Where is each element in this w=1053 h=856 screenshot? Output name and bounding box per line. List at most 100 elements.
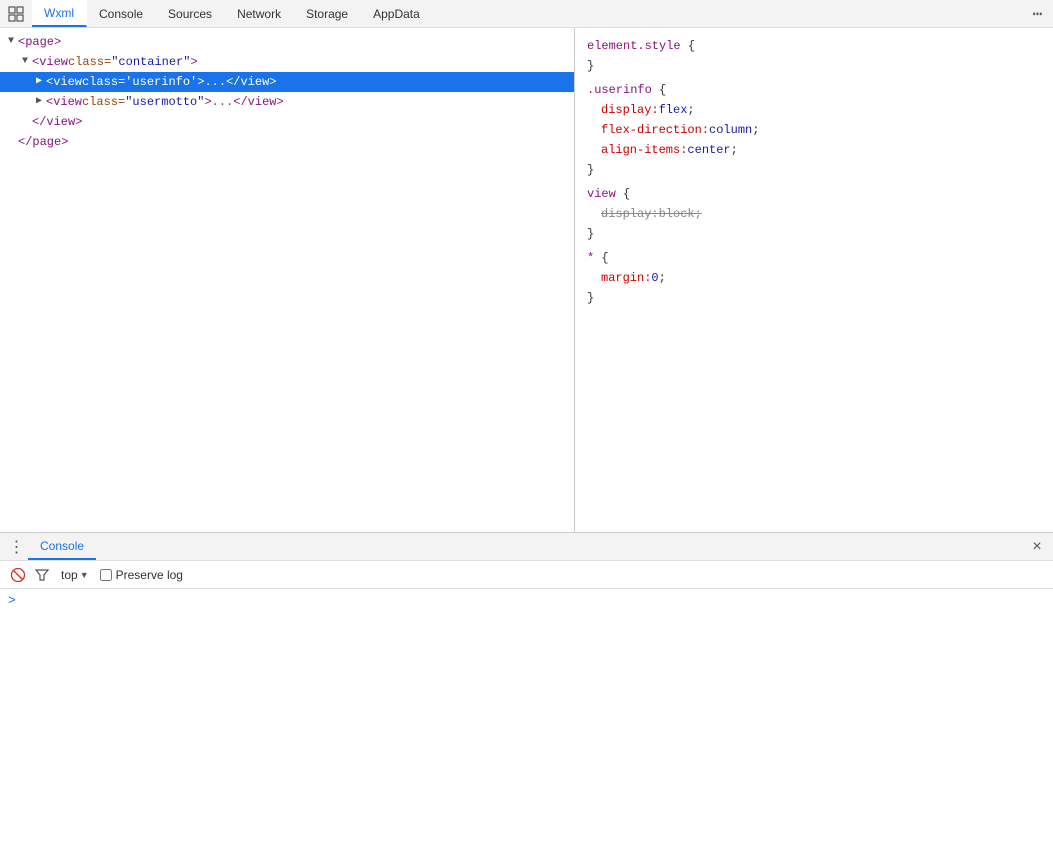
tag-close-view: view: [240, 73, 269, 91]
tree-row-page-open[interactable]: ▼ <page>: [0, 32, 574, 52]
css-brace-open-2: {: [659, 83, 666, 97]
tag-bracket: <: [18, 33, 25, 51]
tree-row-page-close[interactable]: </page>: [0, 132, 574, 152]
console-prompt-symbol: >: [8, 593, 16, 608]
console-close-button[interactable]: ×: [1025, 535, 1049, 559]
tag-close-view-name: view: [46, 113, 75, 131]
tag-name-view2: view: [53, 73, 82, 91]
tree-row-view-userinfo[interactable]: ▶ <view class='userinfo'>...</view>: [0, 72, 574, 92]
console-tab-bar-dots-icon[interactable]: ⋮: [4, 535, 28, 559]
wxml-tree-pane: ▼ <page> ▼ <view class="container"> ▶ <v…: [0, 28, 575, 532]
tab-console[interactable]: Console: [87, 0, 156, 27]
css-brace-close-line-4: }: [587, 288, 1041, 308]
arrow-page[interactable]: ▼: [4, 33, 18, 51]
css-brace-close-1: }: [587, 59, 594, 73]
toolbar-end: ⋯: [1025, 2, 1049, 26]
css-brace-close-4: }: [587, 291, 594, 305]
css-semicolon-1: ;: [687, 103, 694, 117]
console-filter-icon[interactable]: [34, 567, 50, 583]
attr-class2: class=: [82, 73, 125, 91]
console-tab-console[interactable]: Console: [28, 533, 96, 560]
css-semicolon-4: ;: [659, 271, 666, 285]
tag-name-view: view: [39, 53, 68, 71]
css-selector-element-style: element.style: [587, 39, 681, 53]
css-section-star: * { margin:0; }: [587, 248, 1041, 308]
console-context-select[interactable]: top ▼: [56, 567, 94, 583]
console-toolbar: top ▼ Preserve log: [0, 561, 1053, 589]
css-selector-view: view: [587, 187, 616, 201]
css-selector-userinfo: .userinfo: [587, 83, 652, 97]
toolbar-tabs: Wxml Console Sources Network Storage App…: [32, 0, 433, 27]
css-brace-open-4: {: [601, 251, 608, 265]
console-input-area: >: [0, 589, 1053, 856]
css-brace-close-3: }: [587, 227, 594, 241]
css-value-flex: flex: [659, 103, 688, 117]
tag-bracket-end3: >: [204, 93, 211, 111]
tag-bracket: <: [46, 93, 53, 111]
tab-sources[interactable]: Sources: [156, 0, 225, 27]
arrow-userinfo[interactable]: ▶: [32, 73, 46, 91]
tag-close-page: </: [18, 133, 32, 151]
console-section: ⋮ Console × top ▼ Preserve log >: [0, 533, 1053, 856]
attr-class: class=: [68, 53, 111, 71]
css-brace-close-2: }: [587, 163, 594, 177]
more-options-icon[interactable]: ⋯: [1025, 2, 1049, 26]
arrow-container[interactable]: ▼: [18, 53, 32, 71]
css-selector-line-star: * {: [587, 248, 1041, 268]
css-prop-name-display: display:: [601, 103, 659, 117]
main-split-pane: ▼ <page> ▼ <view class="container"> ▶ <v…: [0, 28, 1053, 533]
tab-network[interactable]: Network: [225, 0, 294, 27]
tree-row-view-usermotto[interactable]: ▶ <view class="usermotto">...</view>: [0, 92, 574, 112]
tab-appdata[interactable]: AppData: [361, 0, 433, 27]
tab-storage[interactable]: Storage: [294, 0, 361, 27]
devtools-logo-icon[interactable]: [4, 2, 28, 26]
tag-close-page-name: page: [32, 133, 61, 151]
css-prop-name-flex-dir: flex-direction:: [601, 123, 709, 137]
preserve-log-label[interactable]: Preserve log: [100, 568, 183, 582]
preserve-log-text: Preserve log: [116, 568, 183, 582]
css-prop-display: display:flex;: [587, 100, 1041, 120]
css-prop-display-block-text: display:block;: [601, 207, 702, 221]
tag-close-page-end: >: [61, 133, 68, 151]
css-section-element-style: element.style { }: [587, 36, 1041, 76]
attr-val-userinfo: 'userinfo': [125, 73, 197, 91]
css-prop-display-block: display:block;: [587, 204, 1041, 224]
css-value-zero: 0: [651, 271, 658, 285]
css-prop-margin: margin:0;: [587, 268, 1041, 288]
tree-row-view-container[interactable]: ▼ <view class="container">: [0, 52, 574, 72]
tag-close-view-main: </: [32, 113, 46, 131]
devtools-toolbar: Wxml Console Sources Network Storage App…: [0, 0, 1053, 28]
tag-name-page: page: [25, 33, 54, 51]
console-dropdown-arrow: ▼: [80, 570, 89, 580]
tag-close-open: </: [226, 73, 240, 91]
arrow-usermotto[interactable]: ▶: [32, 93, 46, 111]
css-semicolon-3: ;: [731, 143, 738, 157]
css-brace-open: {: [688, 39, 695, 53]
css-brace-close-line: }: [587, 56, 1041, 76]
css-section-userinfo: .userinfo { display:flex; flex-direction…: [587, 80, 1041, 180]
console-prompt: >: [8, 593, 1045, 608]
css-prop-flex-direction: flex-direction:column;: [587, 120, 1041, 140]
css-selector-line-view: view {: [587, 184, 1041, 204]
attr-val-container: "container": [111, 53, 190, 71]
console-clear-button[interactable]: [8, 565, 28, 585]
tag-close-view3: view: [248, 93, 277, 111]
ellipsis-userinfo: ...: [204, 73, 226, 91]
css-value-center: center: [687, 143, 730, 157]
css-selector-line-userinfo: .userinfo {: [587, 80, 1041, 100]
tag-bracket: <: [32, 53, 39, 71]
tree-row-view-close[interactable]: </view>: [0, 112, 574, 132]
preserve-log-checkbox[interactable]: [100, 569, 112, 581]
tag-bracket-close: >: [54, 33, 61, 51]
css-prop-align-items: align-items:center;: [587, 140, 1041, 160]
tag-close-open3: </: [233, 93, 247, 111]
tag-bracket-end: >: [190, 53, 197, 71]
tag-close-end: >: [269, 73, 276, 91]
css-section-view: view { display:block; }: [587, 184, 1041, 244]
tab-wxml[interactable]: Wxml: [32, 0, 87, 27]
tag-bracket-open: <: [46, 73, 53, 91]
css-panel: element.style { } .userinfo { display:fl…: [575, 28, 1053, 532]
css-selector-star: *: [587, 251, 594, 265]
console-tab-bar: ⋮ Console ×: [0, 533, 1053, 561]
css-semicolon-2: ;: [752, 123, 759, 137]
